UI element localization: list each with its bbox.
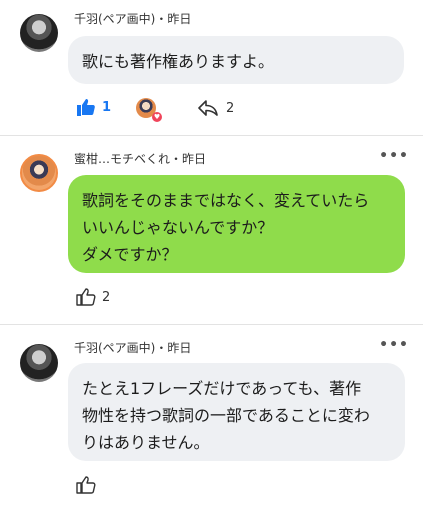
comment-text-line: 物性を持つ歌詞の一部であることに変わ: [82, 406, 370, 425]
author-name[interactable]: 蜜柑…モチベくれ: [74, 152, 170, 166]
comment-time: 昨日: [182, 152, 207, 166]
comment-time: 昨日: [167, 12, 192, 26]
comment-text-line: ダメですか？: [82, 245, 178, 264]
comment-bubble[interactable]: たとえ1フレーズだけであっても、著作 物性を持つ歌詞の一部であることに変わ りは…: [68, 363, 405, 461]
share-action: 2: [198, 100, 234, 116]
author-name[interactable]: 千羽(ペア画中): [74, 341, 155, 355]
author-avatar[interactable]: [20, 344, 58, 382]
like-count: 1: [102, 99, 112, 115]
thumbs-up-icon[interactable]: [76, 288, 96, 306]
comment-text-line: りはありません。: [82, 433, 210, 452]
comment-meta: 蜜柑…モチベくれ・昨日: [74, 152, 207, 166]
share-count: 2: [226, 100, 235, 116]
like-count: 2: [102, 289, 111, 305]
heart-reaction-icon: ♥: [152, 112, 162, 122]
comment-meta: 千羽(ペア画中)・昨日: [74, 12, 192, 26]
divider: [0, 135, 423, 136]
share-arrow-icon[interactable]: [198, 100, 218, 116]
author-name[interactable]: 千羽(ペア画中): [74, 12, 155, 26]
comment-bubble[interactable]: 歌にも著作権ありますよ。: [68, 36, 404, 84]
more-dots-icon[interactable]: •••: [379, 148, 409, 164]
comment-bubble[interactable]: 歌詞をそのままではなく、変えていたら いいんじゃないんですか？ ダメですか？: [68, 175, 405, 273]
thumbs-up-icon[interactable]: [76, 98, 96, 116]
thumbs-up-icon[interactable]: [76, 476, 96, 494]
more-dots-icon[interactable]: •••: [379, 337, 409, 353]
author-avatar[interactable]: [20, 14, 58, 52]
comment-actions: 1: [76, 98, 111, 116]
comment-text-line: いいんじゃないんですか？: [82, 218, 274, 237]
comment-actions: 2: [76, 288, 110, 306]
comment-text-line: 歌にも著作権ありますよ。: [82, 52, 275, 71]
comment-text-line: たとえ1フレーズだけであっても、著作: [82, 379, 362, 398]
divider: [0, 324, 423, 325]
comment-text-line: 歌詞をそのままではなく、変えていたら: [82, 191, 370, 210]
author-avatar[interactable]: [20, 154, 58, 192]
comment-time: 昨日: [167, 341, 192, 355]
comment-actions: [76, 476, 102, 494]
comment-meta: 千羽(ペア画中)・昨日: [74, 341, 192, 355]
